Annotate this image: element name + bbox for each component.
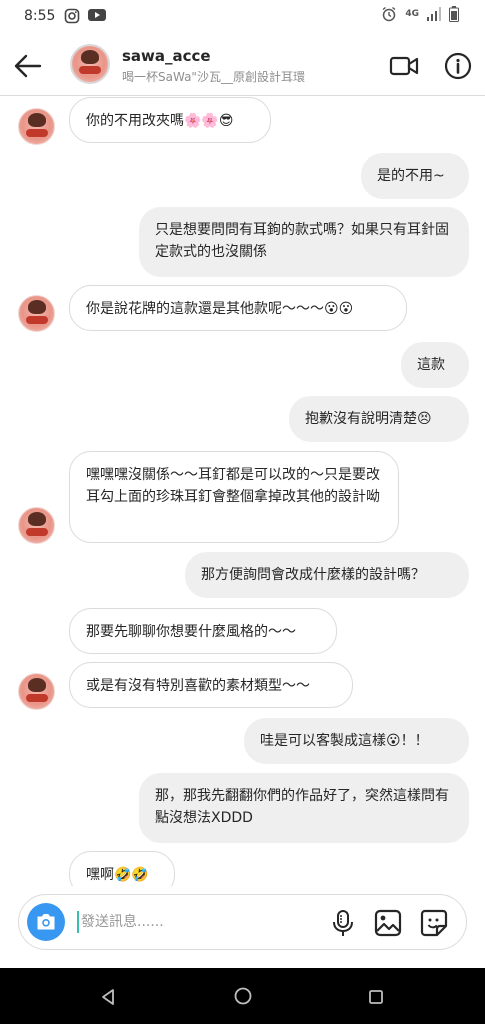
back-arrow-icon[interactable] bbox=[10, 48, 46, 84]
contact-subtitle: 喝一杯SaWa"沙瓦__原創設計耳環 bbox=[122, 70, 305, 84]
sender-avatar[interactable] bbox=[18, 673, 55, 710]
signal-icon bbox=[427, 7, 441, 21]
status-bar: 8:55 4G bbox=[0, 0, 485, 34]
status-time: 8:55 bbox=[24, 8, 56, 24]
message-bubble-sent[interactable]: 是的不用~ bbox=[361, 153, 469, 199]
message-composer bbox=[18, 894, 467, 950]
sender-avatar[interactable] bbox=[18, 507, 55, 544]
sender-avatar[interactable] bbox=[18, 295, 55, 332]
contact-avatar[interactable] bbox=[70, 44, 110, 84]
info-icon[interactable] bbox=[442, 50, 474, 82]
message-bubble-sent[interactable]: 那方便詢問會改成什麼樣的設計嗎？ bbox=[185, 552, 469, 598]
status-icons: 4G bbox=[381, 6, 459, 22]
network-type: 4G bbox=[405, 9, 419, 19]
battery-icon bbox=[449, 6, 459, 22]
contact-name[interactable]: sawa_acce bbox=[122, 47, 211, 65]
youtube-notification-icon bbox=[88, 9, 106, 21]
message-bubble-sent[interactable]: 抱歉沒有說明清楚😣 bbox=[289, 396, 469, 442]
camera-button[interactable] bbox=[27, 903, 65, 941]
alarm-icon bbox=[382, 6, 396, 22]
microphone-icon[interactable] bbox=[330, 909, 356, 937]
message-bubble-received[interactable]: 你是說花牌的這款還是其他款呢～～～😮😮 bbox=[69, 285, 407, 331]
message-bubble-received[interactable]: 那要先聊聊你想要什麼風格的～～ bbox=[69, 608, 337, 654]
message-thread[interactable]: 你的不用改夾嗎🌸🌸😎 是的不用~ 只是想要問問有耳鉤的款式嗎？如果只有耳針固定款… bbox=[0, 96, 485, 886]
message-input[interactable] bbox=[77, 911, 307, 933]
message-bubble-received[interactable]: 嘿啊🤣🤣 bbox=[69, 851, 175, 886]
message-bubble-received[interactable]: 你的不用改夾嗎🌸🌸😎 bbox=[69, 97, 271, 143]
sticker-icon[interactable] bbox=[420, 909, 448, 937]
nav-recents-icon[interactable] bbox=[368, 989, 384, 1005]
nav-back-icon[interactable] bbox=[100, 988, 116, 1006]
video-call-icon[interactable] bbox=[388, 50, 420, 82]
sender-avatar[interactable] bbox=[18, 108, 55, 145]
message-bubble-sent[interactable]: 哇是可以客製成這樣😮！！ bbox=[244, 718, 469, 764]
gallery-icon[interactable] bbox=[374, 909, 402, 937]
message-bubble-sent[interactable]: 那，那我先翻翻你們的作品好了，突然這樣問有點沒想法XDDD bbox=[139, 773, 469, 843]
message-bubble-received[interactable]: 或是有沒有特別喜歡的素材類型～～ bbox=[69, 662, 353, 708]
system-navigation-bar bbox=[0, 968, 485, 1024]
message-bubble-received[interactable]: 嘿嘿嘿沒關係～～耳釘都是可以改的～只是要改耳勾上面的珍珠耳釘會整個拿掉改其他的設… bbox=[69, 451, 399, 543]
instagram-notification-icon bbox=[64, 8, 80, 24]
message-bubble-sent[interactable]: 只是想要問問有耳鉤的款式嗎？如果只有耳針固定款式的也沒關係 bbox=[139, 207, 469, 277]
nav-home-icon[interactable] bbox=[233, 986, 253, 1006]
message-bubble-sent[interactable]: 這款 bbox=[401, 342, 469, 388]
chat-header: sawa_acce 喝一杯SaWa"沙瓦__原創設計耳環 bbox=[0, 34, 485, 96]
camera-icon bbox=[37, 914, 55, 930]
